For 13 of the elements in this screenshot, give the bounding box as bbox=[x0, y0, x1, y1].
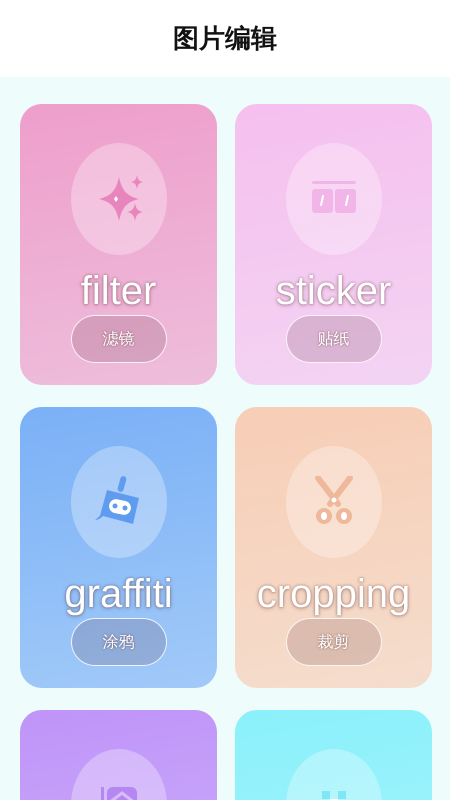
watermark-text: sticker bbox=[276, 269, 392, 313]
tool-button[interactable]: 贴纸 bbox=[286, 315, 382, 363]
tool-button[interactable]: 滤镜 bbox=[70, 315, 166, 363]
watermark-text: cropping bbox=[256, 572, 410, 616]
tool-card[interactable]: cropping 裁剪 bbox=[235, 407, 432, 688]
tool-card[interactable]: filter 滤镜 bbox=[20, 104, 217, 385]
page-title: 图片编辑 bbox=[173, 23, 277, 56]
tool-button[interactable]: 涂鸦 bbox=[70, 618, 166, 666]
watermark-text: graffiti bbox=[64, 572, 173, 616]
tool-card[interactable]: graffiti 涂鸦 bbox=[20, 407, 217, 688]
watermark-text: filter bbox=[80, 269, 156, 313]
tool-button[interactable]: 裁剪 bbox=[286, 618, 382, 666]
tool-card[interactable]: sticker 贴纸 bbox=[235, 104, 432, 385]
